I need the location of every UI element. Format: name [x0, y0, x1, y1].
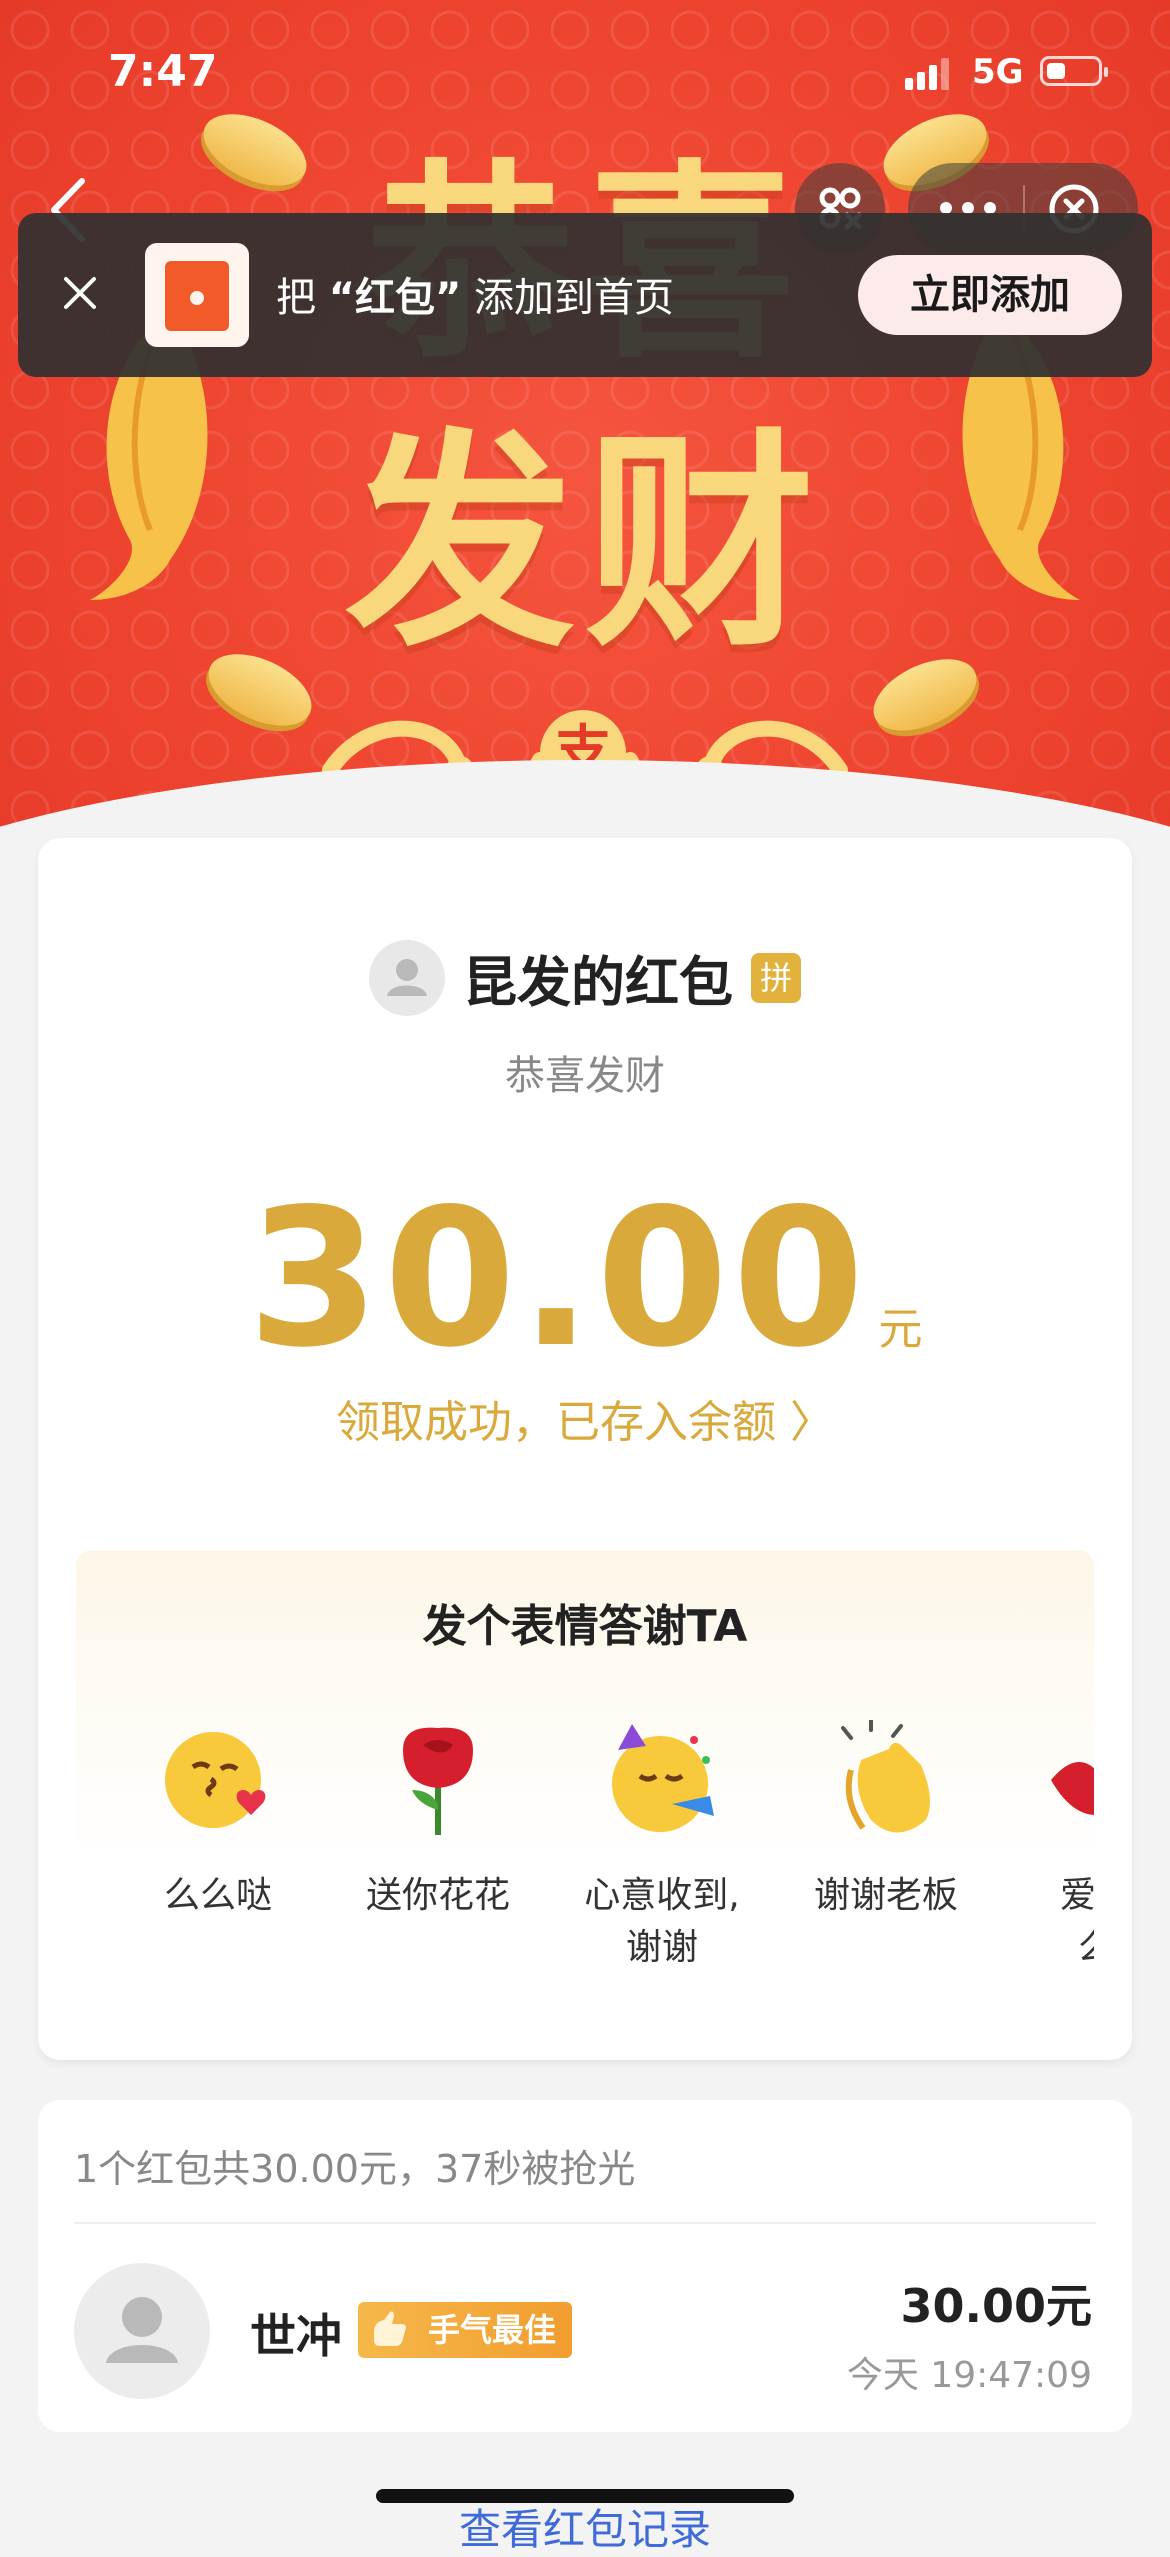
records-card: 1个红包共30.00元，37秒被抢光 世冲 手气最佳 30.00元 今天 19:…: [38, 2100, 1132, 2432]
toast-text-suffix: 添加到首页: [474, 275, 675, 321]
view-records-link[interactable]: 查看红包记录: [0, 2496, 1170, 2557]
emoji-label: 心意收到, 谢谢: [584, 1875, 740, 1968]
best-luck-badge: 手气最佳: [358, 2302, 572, 2358]
amount-value: 30.00: [247, 1168, 869, 1389]
red-packet-card: 昆发的红包 拼 恭喜发财 30.00 元 领取成功，已存入余额 〉 发个表情答谢T…: [38, 838, 1132, 2060]
receiver-time: 今天 19:47:09: [846, 2355, 1092, 2396]
emoji-clap-item[interactable]: 谢谢老板: [786, 1720, 986, 1922]
blessing-text: 恭喜发财: [505, 1053, 665, 1099]
red-packet-app-icon: [145, 243, 249, 347]
toast-text-highlight: “红包”: [328, 275, 462, 321]
received-balance-link[interactable]: 领取成功，已存入余额 〉: [38, 1386, 1132, 1450]
kiss-emoji-icon: [165, 1732, 266, 1828]
receiver-amount: 30.00元: [900, 2279, 1092, 2333]
close-icon[interactable]: [58, 271, 102, 315]
emoji-label: 送你花花: [365, 1875, 510, 1916]
sender-row: 昆发的红包 拼: [38, 938, 1132, 1018]
home-indicator: [376, 2489, 794, 2503]
rose-emoji-icon: [403, 1727, 473, 1835]
battery-icon: [1040, 56, 1108, 86]
emoji-label: 谢谢老板: [813, 1875, 958, 1916]
records-summary: 1个红包共30.00元，37秒被抢光: [74, 2147, 636, 2191]
sender-name: 昆发的红包: [463, 951, 733, 1014]
status-bar: 7:47 5G: [0, 0, 1170, 140]
emoji-lips-item[interactable]: 爱你 么: [996, 1720, 1094, 1974]
receiver-avatar[interactable]: [74, 2263, 210, 2399]
emoji-row: 么么哒 送你花花 心意收到, 谢谢 谢谢老板 爱: [76, 1720, 1094, 1980]
sender-avatar[interactable]: [369, 939, 445, 1016]
thanks-panel: 发个表情答谢TA 么么哒 送你花花 心意收到, 谢谢 谢谢老板 爱: [76, 1550, 1094, 1990]
user-icon: [387, 958, 427, 996]
add-to-home-toast: 把 “红包” 添加到首页 立即添加: [18, 213, 1152, 377]
thanks-title: 发个表情答谢TA: [422, 1601, 748, 1652]
emoji-party-item[interactable]: 心意收到, 谢谢: [562, 1720, 762, 1974]
amount-unit: 元: [878, 1304, 923, 1355]
clap-emoji-icon: [841, 1720, 930, 1833]
emoji-label: 么么哒: [163, 1875, 272, 1916]
party-emoji-icon: [612, 1724, 714, 1832]
emoji-rose-item[interactable]: 送你花花: [338, 1720, 538, 1922]
hero-title-line2: 发财: [344, 411, 825, 678]
network-type: 5G: [972, 52, 1024, 92]
status-time: 7:47: [108, 46, 218, 97]
toast-text-prefix: 把: [276, 275, 316, 321]
lips-emoji-icon: [1051, 1762, 1094, 1815]
thumb-icon: [374, 2311, 406, 2346]
amount-row: 30.00 元: [38, 1168, 1132, 1389]
toast-message: 把 “红包” 添加到首页: [276, 265, 674, 323]
emoji-kiss-item[interactable]: 么么哒: [118, 1720, 318, 1922]
signal-icon: [905, 58, 949, 90]
receiver-name: 世冲: [250, 2309, 342, 2363]
emoji-label: 爱你 么: [1059, 1875, 1094, 1968]
best-luck-label: 手气最佳: [427, 2311, 556, 2349]
pin-badge: 拼: [751, 952, 801, 1003]
divider: [74, 2222, 1096, 2224]
add-now-button[interactable]: 立即添加: [858, 255, 1122, 335]
user-icon: [106, 2297, 178, 2363]
